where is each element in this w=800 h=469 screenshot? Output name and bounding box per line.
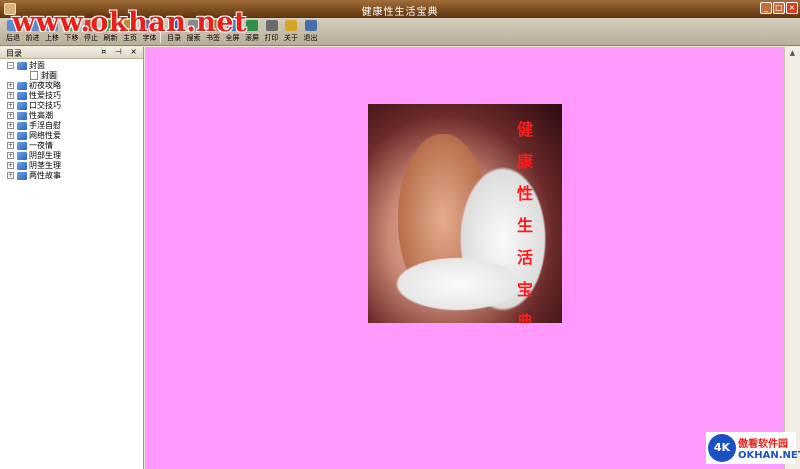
toolbar-icon <box>265 20 278 31</box>
toolbar-icon <box>246 20 258 31</box>
toolbar-button-label: 打印 <box>264 34 279 42</box>
cover-title-char: 宝 <box>516 280 533 299</box>
tree-node[interactable]: + 一夜情 <box>0 141 143 151</box>
toolbar-icon <box>285 20 297 31</box>
logo-text-cn: 傲看软件园 <box>738 439 788 450</box>
book-icon <box>17 82 27 90</box>
tree-node-label: 初夜攻略 <box>29 81 61 90</box>
tree-node[interactable]: + 口交技巧 <box>0 101 143 111</box>
toolbar-icon <box>304 20 317 31</box>
book-icon <box>17 162 27 170</box>
window-controls: _ □ × <box>760 2 798 14</box>
expand-icon[interactable]: + <box>7 162 14 169</box>
book-icon <box>17 152 27 160</box>
panel-buttons[interactable]: ¤ ⊣ × <box>101 47 140 56</box>
page-icon <box>30 71 38 80</box>
scroll-up-icon[interactable]: ▲ <box>787 49 798 60</box>
toolbar-button-label: 退出 <box>303 34 318 42</box>
book-icon <box>17 122 27 130</box>
tree-node-label: 一夜情 <box>29 141 53 150</box>
book-icon <box>17 102 27 110</box>
expand-icon[interactable]: + <box>7 142 14 149</box>
toolbar-button-label: 关于 <box>284 34 298 42</box>
minimize-button[interactable]: _ <box>760 2 772 14</box>
close-button[interactable]: × <box>786 2 798 14</box>
expand-icon[interactable]: + <box>7 82 14 89</box>
expand-icon[interactable]: + <box>7 92 14 99</box>
collapse-icon[interactable]: − <box>7 62 14 69</box>
expand-icon[interactable]: + <box>7 172 14 179</box>
tree-node[interactable]: + 初夜攻略 <box>0 81 143 91</box>
cover-title-char: 康 <box>516 152 533 171</box>
tree-node[interactable]: + 网络性爱 <box>0 131 143 141</box>
site-watermark: www.okhan.net <box>12 7 248 38</box>
tree-node-label: 网络性爱 <box>29 131 61 140</box>
cover-title-char: 活 <box>516 248 533 267</box>
tree-node-label: 两性故事 <box>29 171 61 180</box>
tree-node[interactable]: + 阴茎生理 <box>0 161 143 171</box>
tree-node-label: 口交技巧 <box>29 101 61 110</box>
book-icon <box>17 112 27 120</box>
expand-icon[interactable]: + <box>7 112 14 119</box>
cover-title-char: 健 <box>516 120 533 139</box>
toolbar-button-tools-6[interactable]: 关于 <box>281 20 301 44</box>
cover-title-char: 生 <box>516 216 533 235</box>
cover-image: 健康性生活宝典 <box>368 104 562 323</box>
tree-node[interactable]: + 两性故事 <box>0 171 143 181</box>
maximize-button[interactable]: □ <box>773 2 785 14</box>
cover-title-char: 典 <box>516 312 533 323</box>
catalog-panel: 目录 ¤ ⊣ × − 封面 封面 + 初夜攻略 + 性爱技巧 + 口交技巧 + 性高潮 + 手淫自… <box>0 47 144 469</box>
cover-title-char: 性 <box>516 184 533 203</box>
okhan-logo: 4K 傲看软件园 OKHAN.NET <box>706 432 800 464</box>
content-area: 健康性生活宝典 <box>145 47 784 469</box>
tree-node-label: 手淫自慰 <box>29 121 61 130</box>
panel-title: 目录 <box>6 49 22 58</box>
book-icon <box>17 132 27 140</box>
book-icon <box>17 92 27 100</box>
logo-text-en: OKHAN.NET <box>738 450 800 461</box>
toolbar-button-tools-7[interactable]: 退出 <box>301 20 321 44</box>
tree-node[interactable]: + 性爱技巧 <box>0 91 143 101</box>
tree-node[interactable]: + 性高潮 <box>0 111 143 121</box>
vertical-scrollbar[interactable]: ▲ <box>784 47 800 469</box>
tree-node-label: 阴部生理 <box>29 151 61 160</box>
book-icon <box>17 172 27 180</box>
book-icon <box>17 62 27 70</box>
tree-node-label: 封面 <box>40 71 58 81</box>
book-icon <box>17 142 27 150</box>
tree-node-label: 性高潮 <box>29 111 53 120</box>
expand-icon[interactable]: + <box>7 122 14 129</box>
logo-mark: 4K <box>708 434 736 462</box>
toolbar-button-tools-5[interactable]: 打印 <box>262 20 282 44</box>
panel-header: 目录 ¤ ⊣ × <box>0 47 143 59</box>
expand-icon[interactable]: + <box>7 152 14 159</box>
tree-node-label: 性爱技巧 <box>29 91 61 100</box>
tree-node[interactable]: + 手淫自慰 <box>0 121 143 131</box>
catalog-tree: − 封面 封面 + 初夜攻略 + 性爱技巧 + 口交技巧 + 性高潮 + 手淫自慰 + 网络性爱 + 一夜… <box>0 61 143 181</box>
tree-node[interactable]: + 阴部生理 <box>0 151 143 161</box>
tree-node-label: 封面 <box>29 61 45 70</box>
cover-title: 健康性生活宝典 <box>514 114 536 323</box>
tree-node-cover-page[interactable]: 封面 <box>0 71 143 81</box>
cover-figure <box>388 254 528 314</box>
tree-node-label: 阴茎生理 <box>29 161 61 170</box>
tree-node-root[interactable]: − 封面 <box>0 61 143 71</box>
expand-icon[interactable]: + <box>7 132 14 139</box>
expand-icon[interactable]: + <box>7 102 14 109</box>
